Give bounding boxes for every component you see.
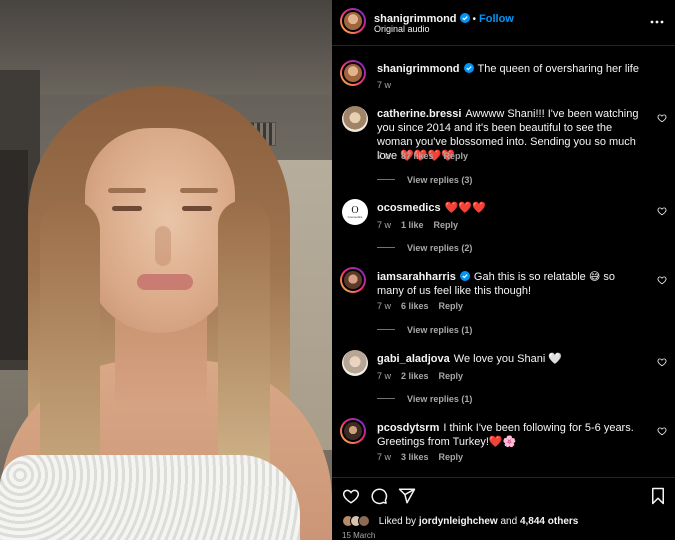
heart-icon[interactable] [342,487,360,505]
comment-text: pcosdytsrm I think I've been following fo… [377,421,642,449]
media-nose [155,226,171,266]
media-mouth [137,274,193,290]
more-options-icon[interactable] [650,15,664,29]
comment-likes[interactable]: 6 likes [401,301,429,311]
post-media[interactable] [0,0,332,540]
comment-meta: 7 w 6 likes Reply [377,301,473,311]
comment-icon[interactable] [370,487,388,505]
replies-line [377,247,395,248]
comment-time[interactable]: 7 w [377,371,391,381]
post-footer: Liked by jordynleighchew and 4,844 other… [332,477,675,540]
post-panel: shanigrimmond • Follow Original audio shan… [332,0,675,540]
comment-text: iamsarahharris Gah this is so relatable 😅… [377,270,642,298]
view-replies-label: View replies (3) [407,175,473,185]
comment-like-icon[interactable] [657,357,667,367]
audio-label[interactable]: Original audio [374,24,430,34]
media-brow-left [108,188,146,193]
separator-dot: • [472,14,477,25]
reply-button[interactable]: Reply [439,452,464,462]
comment-time[interactable]: 7 w [377,452,391,462]
avatar-logo-letter: O [351,204,359,216]
comment-username[interactable]: ocosmedics [377,202,441,214]
caption-time: 7 w [377,80,401,90]
caption-text: shanigrimmond The queen of oversharing he… [377,62,642,76]
avatar-logo-text: Cosmedics [347,214,363,219]
comment-likes[interactable]: 87 likes [401,151,434,161]
caption-body: The queen of oversharing her life [477,63,639,75]
post-header: shanigrimmond • Follow Original audio [332,0,675,46]
comment-meta: 7 w 2 likes Reply [377,371,473,381]
media-eye-left [112,206,142,211]
comment-like-icon[interactable] [657,275,667,285]
verified-badge-icon [459,13,470,23]
liker-avatar[interactable] [358,515,370,527]
media-doorway [0,150,28,360]
comment-username[interactable]: gabi_aladjova [377,353,450,365]
replies-line [377,398,395,399]
reply-button[interactable]: Reply [434,220,459,230]
comment-like-icon[interactable] [657,426,667,436]
comment-like-icon[interactable] [657,206,667,216]
media-ceiling [0,0,332,95]
reply-button[interactable]: Reply [439,301,464,311]
comment-time[interactable]: 7 w [377,151,391,161]
view-replies-button[interactable]: View replies (1) [377,394,472,404]
comment-like-icon[interactable] [657,113,667,123]
commenter-avatar[interactable] [342,106,368,132]
comment-text: gabi_aladjova We love you Shani 🤍 [377,352,642,366]
post-date[interactable]: 15 March [342,531,375,540]
comment-meta: 7 w 3 likes Reply [377,452,473,462]
caption-avatar[interactable] [340,60,366,86]
liked-by-others[interactable]: 4,844 others [520,516,578,527]
reply-button[interactable]: Reply [439,371,464,381]
comment-time[interactable]: 7 w [377,301,391,311]
comment-meta: 7 w 87 likes Reply [377,151,478,161]
share-icon[interactable] [398,487,416,505]
view-replies-button[interactable]: View replies (3) [377,175,472,185]
media-hair-right [218,200,270,490]
liked-by-prefix: Liked by [378,516,417,527]
caption-username[interactable]: shanigrimmond [377,63,460,75]
commenter-avatar[interactable] [340,267,366,293]
view-replies-label: View replies (1) [407,394,473,404]
caption-timestamp[interactable]: 7 w [377,80,391,90]
author-avatar[interactable] [340,8,366,34]
comment-likes[interactable]: 1 like [401,220,424,230]
comment-username[interactable]: iamsarahharris [377,271,456,283]
comment-username[interactable]: catherine.bressi [377,108,461,120]
comment-time[interactable]: 7 w [377,220,391,230]
commenter-avatar[interactable] [340,418,366,444]
media-brow-right [180,188,218,193]
verified-badge-icon [463,63,474,73]
view-replies-button[interactable]: View replies (1) [377,325,472,335]
commenter-avatar[interactable] [342,350,368,376]
comment-body: We love you Shani 🤍 [453,353,563,365]
replies-line [377,329,395,330]
commenter-avatar[interactable]: O Cosmedics [342,199,368,225]
media-eye-right [182,206,212,211]
bookmark-icon[interactable] [649,487,667,505]
comment-body: ❤️❤️❤️ [444,202,486,214]
verified-badge-icon [459,271,470,281]
view-replies-button[interactable]: View replies (2) [377,243,472,253]
view-replies-label: View replies (2) [407,243,473,253]
liked-by-user[interactable]: jordynleighchew [419,516,498,527]
comment-text: ocosmedics ❤️❤️❤️ [377,201,642,215]
reply-button[interactable]: Reply [444,151,469,161]
comment-username[interactable]: pcosdytsrm [377,422,439,434]
replies-line [377,179,395,180]
liked-by-and: and [500,516,518,527]
follow-button[interactable]: Follow [479,13,514,25]
liked-by-line: Liked by jordynleighchew and 4,844 other… [342,515,578,527]
comment-meta: 7 w 1 like Reply [377,220,468,230]
comment-likes[interactable]: 3 likes [401,452,429,462]
media-lace-top [0,455,300,540]
view-replies-label: View replies (1) [407,325,473,335]
comment-likes[interactable]: 2 likes [401,371,429,381]
